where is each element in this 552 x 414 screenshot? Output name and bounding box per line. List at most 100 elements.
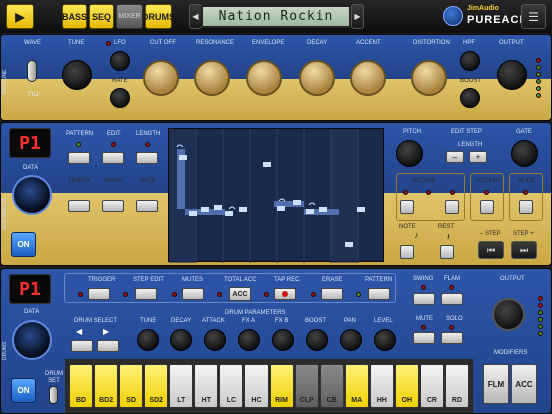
octave-down-button[interactable]	[400, 200, 414, 214]
gate-r-label: GATE	[516, 129, 532, 135]
piano-roll-grid[interactable]	[168, 128, 384, 263]
octave-up-button[interactable]	[445, 200, 459, 214]
tempo-button[interactable]	[68, 200, 90, 212]
step-next-button[interactable]: ⏭	[511, 241, 537, 259]
mute-button[interactable]	[413, 332, 435, 344]
param-fxb-knob[interactable]	[272, 329, 294, 351]
length-button[interactable]	[136, 152, 158, 164]
drum-pad-oh[interactable]: OH	[394, 364, 419, 408]
distortion-knob[interactable]	[411, 60, 447, 96]
param-attack-knob[interactable]	[204, 329, 226, 351]
lfo-led	[106, 41, 111, 46]
param-pan-knob[interactable]	[340, 329, 362, 351]
swing-button[interactable]	[102, 200, 124, 212]
drum-select-prev-button[interactable]	[71, 340, 93, 352]
drum-on-button[interactable]: ON	[11, 378, 36, 403]
drum-pattern-led	[356, 292, 361, 297]
drum-pad-sd[interactable]: SD	[119, 364, 144, 408]
drum-data-wheel[interactable]	[12, 320, 52, 360]
pitch-knob[interactable]	[396, 140, 423, 167]
menu-button[interactable]: ☰	[521, 4, 546, 29]
drum-swing-button[interactable]	[413, 293, 435, 305]
drum-pad-cb[interactable]: CB	[319, 364, 344, 408]
drum-pad-cr[interactable]: CR	[419, 364, 444, 408]
rate-knob[interactable]	[110, 88, 130, 108]
drum-pad-rd[interactable]: RD	[444, 364, 469, 408]
tab-drums[interactable]: DRUMS	[142, 4, 175, 29]
next-preset-button[interactable]: ▶	[351, 4, 364, 29]
octave-led-3	[450, 190, 455, 195]
note-button[interactable]	[400, 245, 414, 259]
wave-toggle[interactable]	[27, 60, 37, 82]
play-button[interactable]: ▶	[6, 4, 34, 29]
resonance-knob[interactable]	[194, 60, 230, 96]
solo-label: SOLO	[446, 316, 463, 322]
mutes-button[interactable]	[182, 288, 204, 300]
param-decay-knob[interactable]	[170, 329, 192, 351]
total-acc-button[interactable]: ACC	[229, 287, 251, 301]
drum-pad-lt[interactable]: LT	[169, 364, 194, 408]
drum-set-toggle[interactable]	[49, 386, 58, 404]
tap-rec-label: TAP REC	[274, 277, 300, 283]
drum-swing-label: SWING	[413, 276, 434, 282]
param-boost-knob[interactable]	[306, 329, 328, 351]
drum-pad-bd[interactable]: BD	[69, 364, 94, 408]
rest-button[interactable]	[440, 245, 454, 259]
seq-on-button[interactable]: ON	[11, 232, 36, 257]
step-edit-led	[123, 292, 128, 297]
seq-pattern-display: P1	[9, 128, 51, 158]
decay-knob[interactable]	[299, 60, 335, 96]
step-edit-button[interactable]	[135, 288, 157, 300]
flam-button[interactable]	[441, 293, 463, 305]
modifier-flm-button[interactable]: FLM	[483, 364, 509, 404]
drum-output-knob[interactable]	[492, 298, 525, 331]
bass-output-knob[interactable]	[497, 60, 527, 90]
step-prev-button[interactable]: ⏮	[478, 241, 504, 259]
seq-data-wheel[interactable]	[12, 175, 52, 215]
drum-pad-clp[interactable]: CLP	[294, 364, 319, 408]
drum-select-next-button[interactable]	[97, 340, 119, 352]
tab-bass[interactable]: BASS	[62, 4, 87, 29]
pitch-label: PITCH	[403, 129, 421, 135]
pattern-button[interactable]	[68, 152, 90, 164]
drum-pad-bd2[interactable]: BD2	[94, 364, 119, 408]
drum-pad-rim[interactable]: RIM	[269, 364, 294, 408]
solo-button[interactable]	[441, 332, 463, 344]
slide-button[interactable]	[519, 200, 533, 214]
preset-name-display[interactable]: Nation Rockin	[201, 5, 351, 28]
accent-label: ACCENT	[356, 40, 381, 46]
param-level-knob[interactable]	[374, 329, 396, 351]
cutoff-knob[interactable]	[143, 60, 179, 96]
hpf-knob[interactable]	[460, 51, 480, 71]
gate-button[interactable]	[136, 200, 158, 212]
modifier-acc-button[interactable]: ACC	[511, 364, 537, 404]
param-decay-label: DECAY	[171, 318, 192, 324]
envelope-knob[interactable]	[246, 60, 282, 96]
edit-button[interactable]	[102, 152, 124, 164]
param-fxa-knob[interactable]	[238, 329, 260, 351]
tab-mixer[interactable]: MIXER	[116, 4, 143, 29]
drum-pad-lc[interactable]: LC	[219, 364, 244, 408]
drum-pad-ma[interactable]: MA	[344, 364, 369, 408]
drum-pad-sd2[interactable]: SD2	[144, 364, 169, 408]
boost-knob[interactable]	[460, 88, 480, 108]
drum-pad-hc[interactable]: HC	[244, 364, 269, 408]
drum-pattern-button[interactable]	[368, 288, 390, 300]
wave-label: WAVE	[24, 40, 42, 46]
output-label: OUTPUT	[499, 40, 524, 46]
drum-pad-hh[interactable]: HH	[369, 364, 394, 408]
erase-button[interactable]	[321, 288, 343, 300]
rest-label: REST	[438, 224, 455, 230]
lfo-knob[interactable]	[110, 51, 130, 71]
tab-seq[interactable]: SEQ	[89, 4, 114, 29]
tune-knob[interactable]	[62, 60, 92, 90]
length-plus-button[interactable]: +	[469, 151, 487, 163]
accent-knob[interactable]	[350, 60, 386, 96]
pattern-led	[76, 142, 81, 147]
drum-pad-ht[interactable]: HT	[194, 364, 219, 408]
trigger-button[interactable]	[88, 288, 110, 300]
param-tune-knob[interactable]	[137, 329, 159, 351]
step-gate-knob[interactable]	[511, 140, 538, 167]
length-minus-button[interactable]: –	[446, 151, 464, 163]
step-accent-button[interactable]	[480, 200, 494, 214]
